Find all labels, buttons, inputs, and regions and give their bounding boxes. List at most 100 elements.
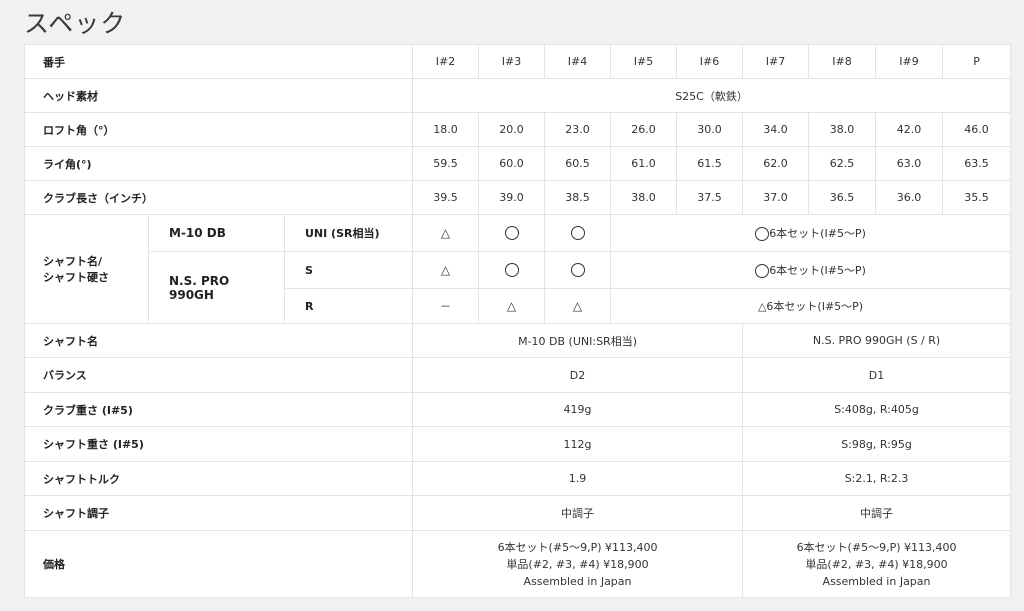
length-cell: 36.0 (875, 180, 944, 215)
price-line: Assembled in Japan (523, 574, 632, 588)
loft-cell: 30.0 (676, 112, 744, 147)
price-line: 単品(#2, #3, #4) ¥18,900 (805, 557, 948, 571)
table-row-header: 番手 I#2 I#3 I#4 I#5 I#6 I#7 I#8 I#9 P (23, 44, 1012, 79)
loft-cell: 20.0 (478, 112, 546, 147)
set-text: 6本セット(I#5〜P) (769, 227, 866, 240)
availability-cell: △ (478, 288, 546, 324)
circle-mark-icon (755, 264, 770, 278)
lie-cell: 60.0 (478, 146, 546, 181)
table-row-shaft-m10: シャフト名/ シャフト硬さ M-10 DB UNI (SR相当) △ 6本セット… (24, 214, 1012, 324)
price-m10: 6本セット(#5〜9,P) ¥113,400 単品(#2, #3, #4) ¥1… (412, 530, 744, 598)
price-line: 6本セット(#5〜9,P) ¥113,400 (497, 540, 658, 554)
price-ns: 6本セット(#5〜9,P) ¥113,400 単品(#2, #3, #4) ¥1… (742, 530, 1012, 598)
club-header: I#2 (412, 44, 480, 79)
row-label: クラブ重さ (I#5) (23, 392, 414, 427)
table-row-shaft-weight: シャフト重さ (I#5) 112g S:98g, R:95g (23, 426, 1012, 462)
length-cell: 39.5 (412, 180, 480, 215)
lie-cell: 61.0 (610, 146, 678, 181)
shaft-name-ns: N.S. PRO 990GH (S / R) (742, 323, 1012, 358)
loft-cell: 34.0 (742, 112, 810, 147)
club-header: I#6 (676, 44, 744, 79)
circle-mark-icon (504, 263, 519, 277)
availability-cell: － (412, 288, 480, 324)
shaft-ns-name-line1: N.S. PRO (169, 273, 230, 288)
loft-cell: 42.0 (875, 112, 944, 147)
table-row-club-weight: クラブ重さ (I#5) 419g S:408g, R:405g (23, 392, 1012, 427)
club-header: P (942, 44, 1012, 79)
balance-m10: D2 (412, 357, 744, 393)
length-cell: 39.0 (478, 180, 546, 215)
lie-cell: 60.5 (544, 146, 612, 181)
table-row-lie: ライ角(°) 59.5 60.0 60.5 61.0 61.5 62.0 62.… (23, 146, 1012, 181)
club-weight-m10: 419g (412, 392, 744, 427)
lie-cell: 63.0 (875, 146, 944, 181)
length-cell: 37.0 (742, 180, 810, 215)
availability-cell (544, 214, 612, 252)
row-label: バランス (23, 357, 414, 393)
lie-cell: 61.5 (676, 146, 744, 181)
table-row-balance: バランス D2 D1 (23, 357, 1012, 393)
availability-cell (478, 214, 546, 252)
lie-cell: 62.5 (808, 146, 877, 181)
balance-ns: D1 (742, 357, 1012, 393)
price-line: 単品(#2, #3, #4) ¥18,900 (506, 557, 649, 571)
shaft-weight-ns: S:98g, R:95g (742, 426, 1012, 462)
row-label: ライ角(°) (23, 146, 414, 181)
row-label: クラブ長さ（インチ） (23, 180, 414, 215)
kick-ns: 中調子 (742, 495, 1012, 531)
shaft-ns-name-line2: 990GH (169, 287, 214, 302)
triangle-mark: △ (440, 263, 451, 277)
set-text: 6本セット(I#5〜P) (769, 264, 866, 277)
length-cell: 38.0 (610, 180, 678, 215)
length-cell: 37.5 (676, 180, 744, 215)
loft-cell: 26.0 (610, 112, 678, 147)
table-row-length: クラブ長さ（インチ） 39.5 39.0 38.5 38.0 37.5 37.0… (23, 180, 1012, 215)
loft-cell: 46.0 (942, 112, 1012, 147)
club-header: I#7 (742, 44, 810, 79)
triangle-mark: △ (572, 299, 583, 313)
torque-m10: 1.9 (412, 461, 744, 496)
table-row-shaft-name: シャフト名 M-10 DB (UNI:SR相当) N.S. PRO 990GH … (23, 323, 1012, 358)
availability-cell: △ (412, 214, 480, 252)
shaft-availability-label: シャフト名/ シャフト硬さ (24, 214, 149, 324)
table-row-torque: シャフトトルク 1.9 S:2.1, R:2.3 (23, 461, 1012, 496)
loft-cell: 38.0 (808, 112, 877, 147)
price-line: Assembled in Japan (822, 574, 931, 588)
shaft-name-m10: M-10 DB (UNI:SR相当) (412, 323, 744, 358)
shaft-ns-flex-s: S (283, 251, 414, 289)
circle-mark-icon (504, 226, 519, 240)
circle-mark-icon (570, 263, 585, 277)
triangle-mark: △ (440, 226, 451, 240)
availability-set-cell: △6本セット(I#5〜P) (610, 288, 1012, 324)
table-row-shaft-ns-s: N.S. PRO 990GH S △ 6本セット(I#5〜P) (25, 251, 1012, 324)
availability-cell: △ (412, 251, 480, 289)
page-title: スペック (24, 9, 127, 38)
torque-ns: S:2.1, R:2.3 (742, 461, 1012, 496)
loft-cell: 18.0 (412, 112, 480, 147)
price-line: 6本セット(#5〜9,P) ¥113,400 (796, 540, 957, 554)
shaft-label-line2: シャフト硬さ (43, 271, 109, 284)
triangle-mark: △ (506, 299, 517, 313)
lie-cell: 62.0 (742, 146, 810, 181)
circle-mark-icon (755, 227, 770, 241)
head-material-value: S25C（軟鉄） (412, 78, 1012, 113)
availability-cell (544, 251, 612, 289)
row-label: ヘッド素材 (23, 78, 414, 113)
length-cell: 35.5 (942, 180, 1012, 215)
table-row-kick: シャフト調子 中調子 中調子 (23, 495, 1012, 531)
shaft-m10-flex: UNI (SR相当) (283, 214, 414, 252)
table-row-head-material: ヘッド素材 S25C（軟鉄） (23, 78, 1012, 113)
row-label: 価格 (23, 530, 414, 598)
club-header: I#8 (808, 44, 877, 79)
row-label: ロフト角（°） (23, 112, 414, 147)
club-header: I#5 (610, 44, 678, 79)
row-label: シャフト調子 (23, 495, 414, 531)
kick-m10: 中調子 (412, 495, 744, 531)
availability-cell (478, 251, 546, 289)
row-label: シャフトトルク (23, 461, 414, 496)
loft-cell: 23.0 (544, 112, 612, 147)
lie-cell: 63.5 (942, 146, 1012, 181)
shaft-ns-flex-r: R (283, 288, 414, 324)
row-label: シャフト名 (23, 323, 414, 358)
shaft-label-line1: シャフト名/ (43, 255, 103, 268)
